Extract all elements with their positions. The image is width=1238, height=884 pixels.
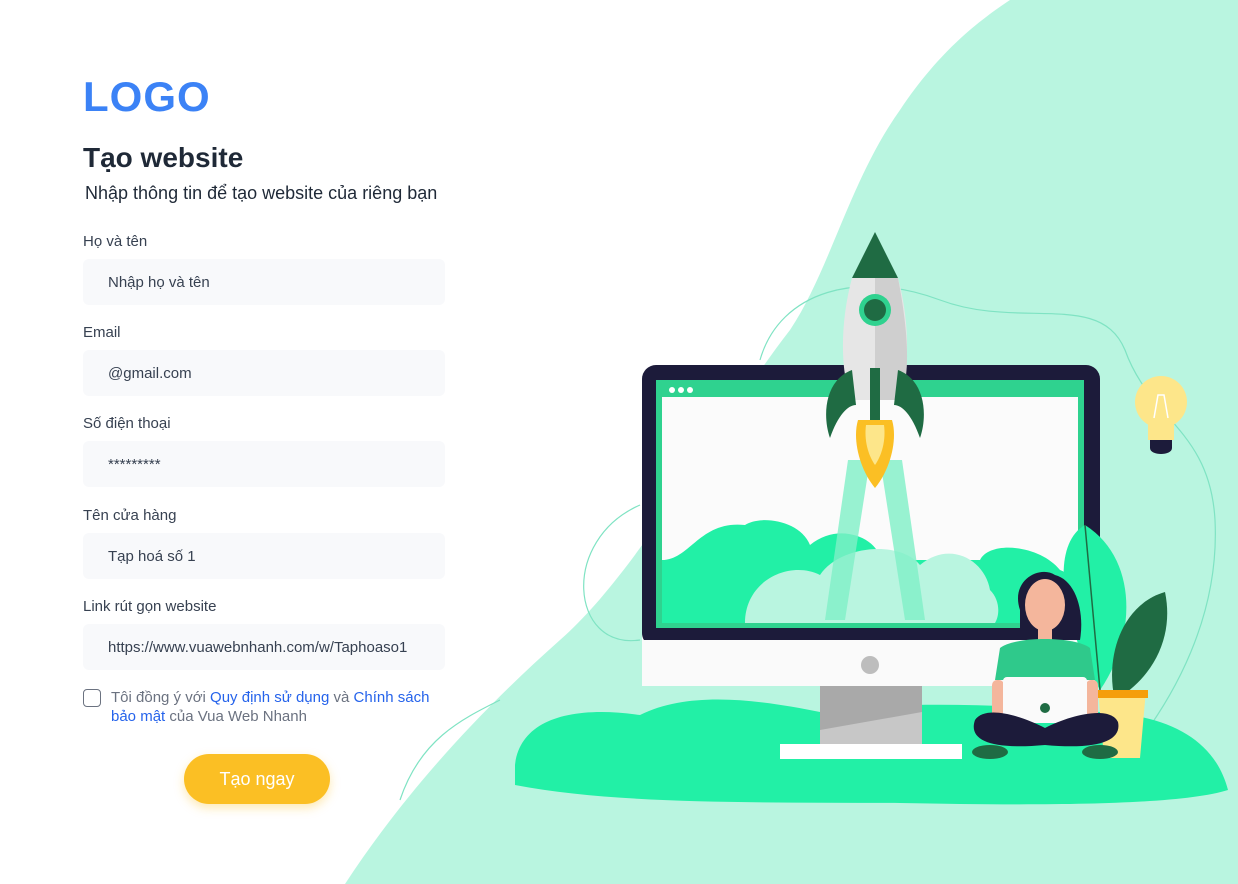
consent-text: Tôi đồng ý với Quy định sử dụng và Chính… <box>111 688 451 726</box>
terms-link[interactable]: Quy định sử dụng <box>210 689 329 706</box>
full-name-input[interactable] <box>83 259 445 305</box>
create-now-button[interactable]: Tạo ngay <box>184 754 330 804</box>
email-input[interactable] <box>83 350 445 396</box>
short-link-label: Link rút gọn website <box>83 598 217 615</box>
short-link-input[interactable] <box>83 624 445 670</box>
page-title: Tạo website <box>83 142 244 173</box>
consent-suffix: của Vua Web Nhanh <box>165 708 307 725</box>
email-label: Email <box>83 324 121 341</box>
consent-checkbox[interactable] <box>83 689 101 707</box>
logo: LOGO <box>83 73 211 120</box>
signup-page: LOGO Tạo website Nhập thông tin để tạo w… <box>0 0 1238 884</box>
phone-label: Số điện thoại <box>83 415 171 432</box>
store-name-input[interactable] <box>83 533 445 579</box>
full-name-label: Họ và tên <box>83 233 148 250</box>
phone-input[interactable] <box>83 441 445 487</box>
consent-middle: và <box>329 689 354 706</box>
consent-prefix: Tôi đồng ý với <box>111 689 211 706</box>
page-subtitle: Nhập thông tin để tạo website của riêng … <box>85 183 438 203</box>
store-name-label: Tên cửa hàng <box>83 507 177 524</box>
